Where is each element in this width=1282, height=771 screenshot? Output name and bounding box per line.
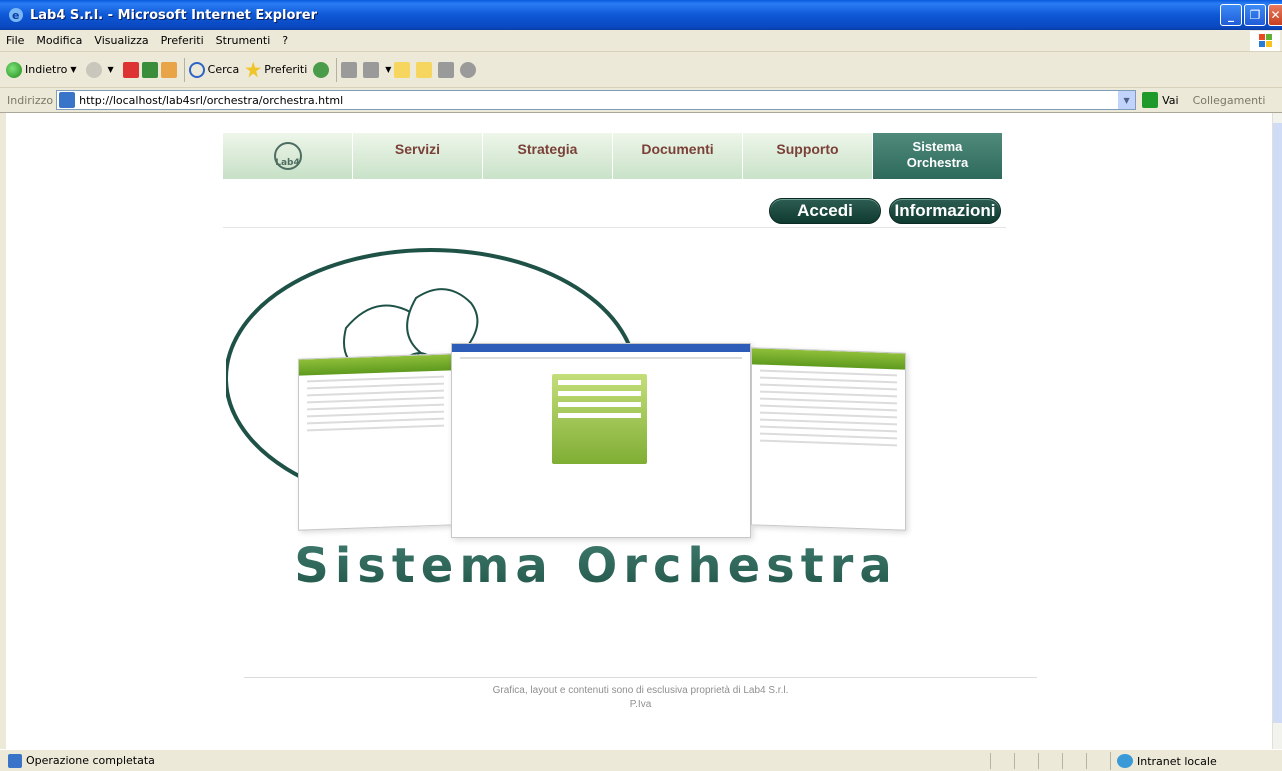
- info-button[interactable]: Informazioni: [889, 198, 1001, 224]
- intranet-icon: [1117, 754, 1133, 768]
- research-icon[interactable]: [438, 61, 455, 78]
- nav-sistema-orchestra[interactable]: Sistema Orchestra: [873, 133, 1003, 179]
- toolbar-separator: [183, 57, 185, 82]
- footer-vat: P.Iva: [629, 699, 652, 710]
- address-url[interactable]: http://localhost/lab4srl/orchestra/orche…: [79, 94, 343, 107]
- security-zone: Intranet locale: [1110, 752, 1217, 770]
- window-titlebar: e Lab4 S.r.l. - Microsoft Internet Explo…: [0, 0, 1282, 30]
- svg-text:e: e: [12, 9, 19, 22]
- history-icon[interactable]: [313, 61, 330, 78]
- menu-favorites[interactable]: Preferiti: [155, 34, 210, 47]
- site-logo[interactable]: Lab4: [223, 133, 353, 179]
- divider: [223, 227, 1006, 228]
- nav-label-line1: Sistema: [912, 139, 963, 154]
- nav-label: Strategia: [517, 141, 578, 157]
- go-button[interactable]: Vai: [1142, 92, 1179, 108]
- action-buttons: Accedi Informazioni: [769, 198, 1001, 224]
- screenshot-left: [298, 353, 453, 531]
- nav-label: Servizi: [394, 141, 441, 157]
- standard-toolbar: Indietro ▼ ▼ Cerca Preferiti ▼: [0, 52, 1282, 88]
- nav-label: Documenti: [641, 141, 714, 157]
- window-title: Lab4 S.r.l. - Microsoft Internet Explore…: [30, 7, 318, 23]
- toolbar-separator: [336, 57, 338, 82]
- back-label: Indietro: [25, 63, 68, 76]
- nav-strategia[interactable]: Strategia: [483, 133, 613, 179]
- login-button[interactable]: Accedi: [769, 198, 881, 224]
- nav-label: Sistema Orchestra: [907, 139, 968, 171]
- menu-edit[interactable]: Modifica: [30, 34, 88, 47]
- restore-button[interactable]: ❐: [1244, 4, 1266, 26]
- footer-copyright: Grafica, layout e contenuti sono di escl…: [492, 685, 789, 696]
- menu-file[interactable]: File: [0, 34, 30, 47]
- close-button[interactable]: ✕: [1268, 4, 1282, 26]
- chevron-down-icon[interactable]: ▼: [385, 65, 391, 74]
- nav-servizi[interactable]: Servizi: [353, 133, 483, 179]
- vertical-scrollbar[interactable]: [1272, 113, 1282, 749]
- site-navigation: Lab4 Servizi Strategia Documenti Support…: [223, 133, 1006, 179]
- edit-icon[interactable]: [363, 61, 380, 78]
- chevron-down-icon[interactable]: ▼: [1118, 91, 1136, 109]
- hero-title: Sistema Orchestra: [226, 538, 966, 594]
- window-controls: _ ❐ ✕: [1220, 4, 1282, 26]
- discuss-icon[interactable]: [460, 61, 477, 78]
- go-arrow-icon: [1142, 92, 1159, 108]
- zone-label: Intranet locale: [1137, 754, 1217, 768]
- search-icon: [188, 61, 205, 78]
- logo-text: Lab4: [275, 158, 300, 168]
- links-label[interactable]: Collegamenti: [1193, 94, 1266, 107]
- screenshot-center: [451, 343, 751, 538]
- stop-icon[interactable]: [122, 61, 139, 78]
- page-done-icon: [8, 753, 22, 768]
- menu-help[interactable]: ?: [276, 34, 294, 47]
- folder-icon[interactable]: [394, 61, 411, 78]
- print-icon[interactable]: [341, 61, 358, 78]
- favorites-label: Preferiti: [264, 63, 308, 76]
- menu-bar: File Modifica Visualizza Preferiti Strum…: [0, 30, 1282, 52]
- hero-illustration: Sistema Orchestra: [226, 238, 966, 598]
- ie-icon: e: [8, 7, 24, 23]
- windows-logo-icon: [1250, 31, 1280, 51]
- search-label: Cerca: [207, 63, 240, 76]
- scrollbar-thumb[interactable]: [1273, 123, 1282, 723]
- lab4-logo-icon: Lab4: [273, 142, 302, 170]
- screenshot-right: [751, 347, 906, 531]
- status-text: Operazione completata: [26, 754, 155, 767]
- back-button[interactable]: Indietro ▼: [6, 61, 80, 78]
- star-icon: [245, 61, 262, 78]
- page-viewport: Lab4 Servizi Strategia Documenti Support…: [6, 113, 1272, 749]
- favorites-button[interactable]: Preferiti: [245, 61, 308, 78]
- minimize-button[interactable]: _: [1220, 4, 1242, 26]
- messenger-icon[interactable]: [416, 61, 433, 78]
- address-input[interactable]: http://localhost/lab4srl/orchestra/orche…: [56, 90, 1137, 110]
- menu-view[interactable]: Visualizza: [88, 34, 154, 47]
- go-label: Vai: [1162, 93, 1179, 107]
- forward-arrow-icon: [85, 61, 102, 78]
- status-cells: [990, 753, 1110, 769]
- nav-label: Supporto: [776, 141, 839, 157]
- login-card-graphic: [552, 374, 647, 464]
- home-icon[interactable]: [160, 61, 177, 78]
- status-bar: Operazione completata Intranet locale: [0, 749, 1282, 771]
- chevron-down-icon[interactable]: ▼: [108, 65, 114, 74]
- address-label: Indirizzo: [7, 93, 54, 107]
- nav-label-line2: Orchestra: [906, 155, 969, 170]
- menu-tools[interactable]: Strumenti: [210, 34, 277, 47]
- search-button[interactable]: Cerca: [188, 61, 240, 78]
- refresh-icon[interactable]: [141, 61, 158, 78]
- page-icon: [59, 92, 76, 108]
- address-bar: Indirizzo http://localhost/lab4srl/orche…: [0, 88, 1282, 113]
- nav-documenti[interactable]: Documenti: [613, 133, 743, 179]
- chevron-down-icon[interactable]: ▼: [70, 65, 76, 74]
- footer: Grafica, layout e contenuti sono di escl…: [244, 684, 1037, 712]
- footer-divider: [244, 677, 1037, 678]
- back-arrow-icon: [6, 61, 22, 78]
- nav-supporto[interactable]: Supporto: [743, 133, 873, 179]
- forward-button[interactable]: ▼: [85, 61, 117, 78]
